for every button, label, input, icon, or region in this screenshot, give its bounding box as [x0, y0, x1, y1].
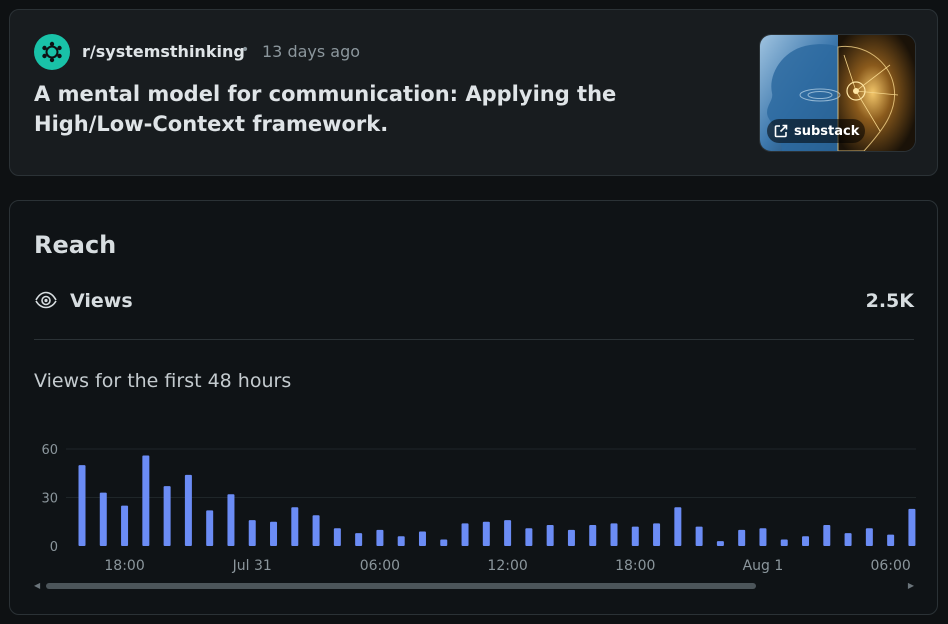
chart-bar[interactable]	[844, 533, 852, 546]
chart-bar[interactable]	[546, 524, 554, 546]
chart-bar[interactable]	[440, 539, 448, 546]
chart-bar[interactable]	[78, 465, 86, 546]
y-tick-label: 60	[41, 443, 58, 458]
external-link-label: substack	[794, 123, 860, 139]
chart-bar[interactable]	[695, 526, 703, 546]
views-value: 2.5K	[865, 290, 914, 312]
chart-bar[interactable]	[121, 505, 129, 546]
external-link-icon	[774, 124, 788, 138]
chart-bar[interactable]	[376, 529, 384, 546]
chart-bar[interactable]	[887, 534, 895, 546]
chart-bar[interactable]	[504, 520, 512, 546]
subreddit-name[interactable]: r/systemsthinking	[82, 42, 245, 61]
chart-bar[interactable]	[99, 492, 107, 546]
reach-card: Reach Views 2.5K Views for the first 48 …	[9, 200, 938, 615]
post-time: 13 days ago	[262, 42, 361, 61]
reach-title: Reach	[34, 231, 117, 259]
chart-bar[interactable]	[206, 510, 214, 546]
chart-bar[interactable]	[589, 524, 597, 546]
chart-bar[interactable]	[759, 528, 767, 546]
chart-bar[interactable]	[738, 529, 746, 546]
chart-bar[interactable]	[865, 528, 873, 546]
x-tick-label: 18:00	[104, 558, 144, 574]
views-bar-chart: 0 30 60 18:00 Jul 31 06:00 12:00 18:00 Aug 1 06:0…	[41, 443, 916, 574]
chart-bar[interactable]	[802, 536, 810, 546]
x-tick-label: 18:00	[615, 558, 655, 574]
x-tick-label: Jul 31	[232, 558, 272, 574]
chart-bar[interactable]	[610, 523, 618, 546]
views-label: Views	[70, 290, 133, 312]
chart-bar[interactable]	[567, 529, 575, 546]
post-thumbnail[interactable]: substack	[759, 34, 916, 152]
chart-bar[interactable]	[780, 539, 788, 546]
eye-icon	[35, 291, 57, 309]
divider	[34, 339, 914, 340]
chart-bar[interactable]	[525, 528, 533, 546]
chart-scrollbar[interactable]: ◀ ▶	[34, 581, 914, 591]
chart-bar[interactable]	[631, 526, 639, 546]
x-tick-label: Aug 1	[743, 558, 784, 574]
x-tick-label: 06:00	[870, 558, 910, 574]
chart-bar[interactable]	[716, 541, 724, 546]
post-card[interactable]: r/systemsthinking • 13 days ago A mental…	[9, 9, 938, 176]
chart-bar[interactable]	[248, 520, 256, 546]
scroll-right-icon[interactable]: ▶	[908, 581, 914, 590]
subreddit-icon[interactable]	[34, 34, 70, 70]
chart-bar[interactable]	[674, 507, 682, 546]
chart-bar[interactable]	[184, 474, 192, 546]
chart-bar[interactable]	[482, 521, 490, 546]
chart-bar[interactable]	[312, 515, 320, 546]
chart-bar[interactable]	[653, 523, 661, 546]
chart-caption: Views for the first 48 hours	[34, 370, 292, 392]
chart-bar[interactable]	[163, 486, 171, 546]
post-title[interactable]: A mental model for communication: Applyi…	[34, 79, 734, 139]
external-link-badge[interactable]: substack	[767, 119, 866, 143]
chart-bar[interactable]	[461, 523, 469, 546]
chart-bar[interactable]	[227, 494, 235, 546]
scroll-left-icon[interactable]: ◀	[34, 581, 40, 590]
meta-separator: •	[241, 42, 250, 58]
chart-bar[interactable]	[270, 521, 278, 546]
chart-bar[interactable]	[333, 528, 341, 546]
chart-bar[interactable]	[908, 508, 916, 546]
chart-bar[interactable]	[355, 533, 363, 546]
x-tick-label: 12:00	[487, 558, 527, 574]
chart-bar[interactable]	[142, 455, 150, 546]
scrollbar-thumb[interactable]	[46, 583, 756, 589]
y-tick-label: 0	[50, 540, 58, 555]
chart-bar[interactable]	[418, 531, 426, 546]
chart-bar[interactable]	[823, 524, 831, 546]
x-tick-label: 06:00	[360, 558, 400, 574]
chart-bar[interactable]	[291, 507, 299, 546]
chart-bar[interactable]	[397, 536, 405, 546]
y-tick-label: 30	[41, 492, 58, 507]
